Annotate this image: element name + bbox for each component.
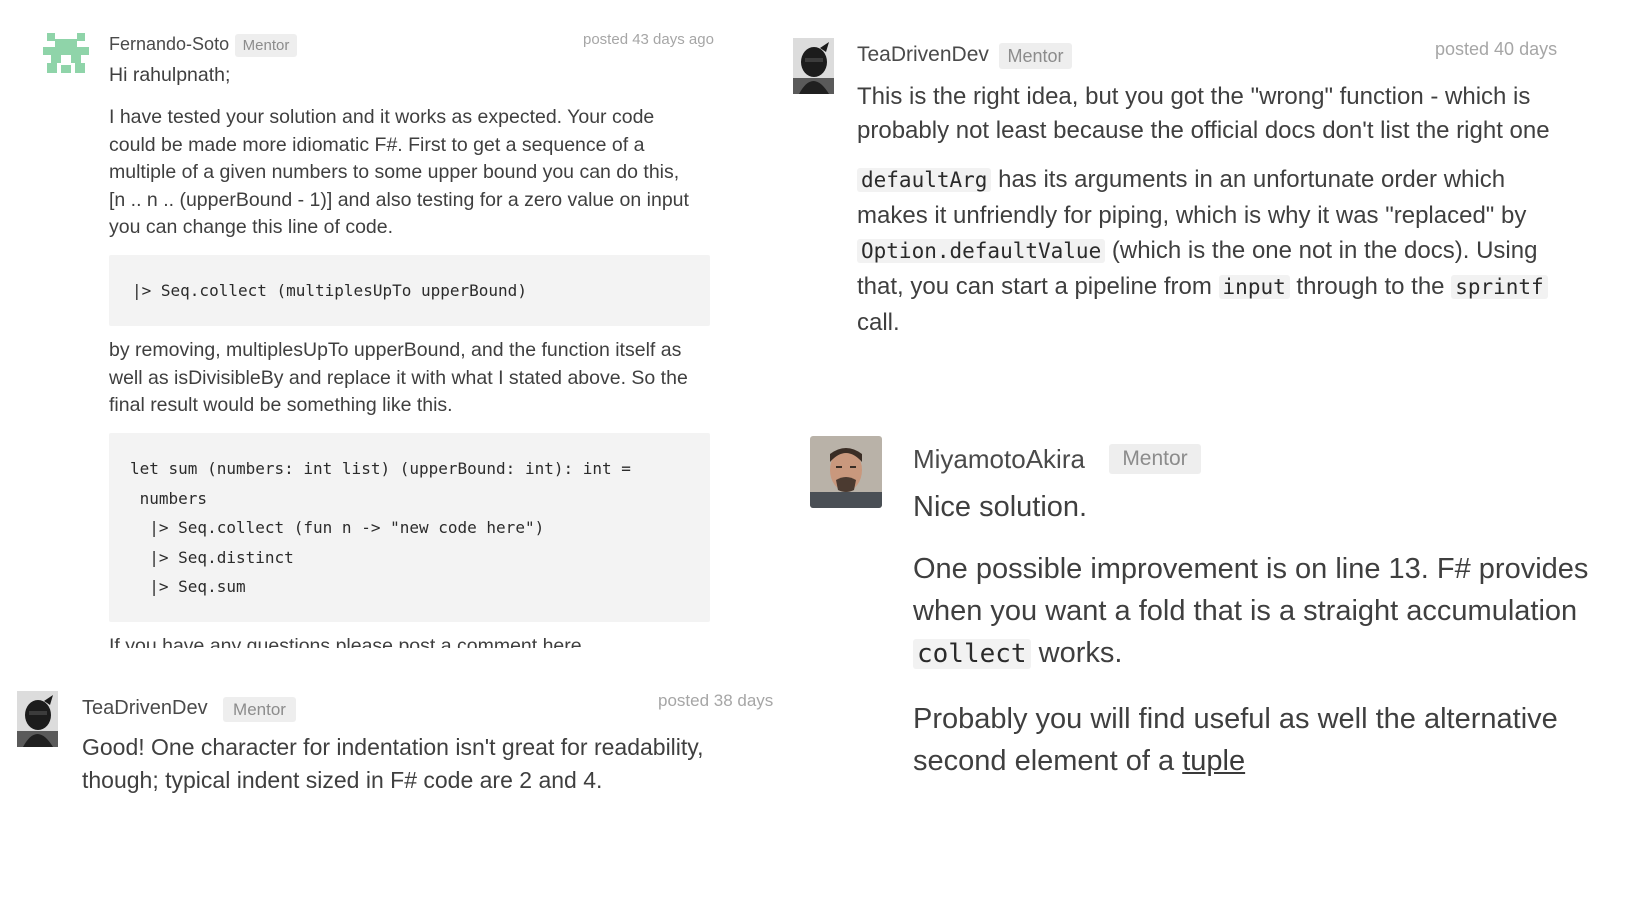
comment-paragraph: Probably you will find useful as well th… [913, 698, 1632, 782]
text-span: through to the [1289, 273, 1452, 300]
comment-author[interactable]: Fernando-Soto [109, 34, 229, 55]
comment-paragraph: by removing, multiplesUpTo upperBound, a… [109, 337, 721, 420]
inline-code: sprintf [1451, 275, 1548, 299]
text-line: multiple of a given numbers to some uppe… [109, 161, 680, 183]
text-line: when you want a fold that is a straight … [913, 595, 1578, 627]
user-avatar[interactable] [17, 691, 58, 747]
mentor-badge: Mentor [235, 34, 297, 57]
user-avatar[interactable] [793, 38, 834, 94]
text-line: probably not least because the official … [857, 117, 1550, 144]
face-avatar-icon [810, 436, 882, 508]
tuple-link[interactable]: tuple [1182, 745, 1245, 777]
text-line: well as isDivisibleBy and replace it wit… [109, 366, 688, 389]
text-line: final result would be something like thi… [109, 394, 453, 416]
text-line: second element of a tuple [913, 740, 1632, 782]
text-line: Probably you will find useful as well th… [913, 703, 1558, 735]
code-line: numbers [130, 489, 208, 508]
code-block: let sum (numbers: int list) (upperBound:… [109, 433, 710, 622]
user-avatar[interactable] [810, 436, 882, 508]
text-line: [n .. n .. (upperBound - 1)] and also te… [109, 188, 689, 211]
text-line: call. [857, 309, 900, 336]
text-line: could be made more idiomatic F#. First t… [109, 133, 645, 156]
code-line: let sum (numbers: int list) (upperBound:… [130, 459, 631, 478]
comment-paragraph: defaultArg has its arguments in an unfor… [857, 162, 1632, 340]
text-span: second element of a [913, 745, 1183, 777]
inline-code: Option.defaultValue [857, 239, 1106, 263]
text-line: defaultArg has its arguments in an unfor… [857, 162, 1632, 198]
posted-time: posted 38 days [658, 691, 774, 710]
ninja-avatar-icon [17, 691, 58, 747]
mentor-badge: Mentor [223, 697, 296, 722]
comment-paragraph: One possible improvement is on line 13. … [913, 548, 1632, 675]
text-line: collect works. [913, 632, 1632, 675]
comment-miyamotoakira: MiyamotoAkira Mentor Nice solution. One … [780, 430, 1632, 850]
text-line: makes it unfriendly for piping, which is… [857, 202, 1527, 229]
posted-time: posted 43 days ago [583, 31, 714, 48]
comment-fernando-soto: Fernando-Soto Mentor posted 43 days ago … [0, 0, 780, 648]
text-line: though; typical indent sized in F# code … [82, 767, 603, 793]
inline-code: collect [913, 639, 1031, 669]
text-line: I have tested your solution and it works… [109, 106, 655, 128]
mentor-badge: Mentor [1109, 444, 1201, 474]
comment-author[interactable]: TeaDrivenDev [857, 43, 989, 67]
comment-paragraph: Good! One character for indentation isn'… [82, 731, 776, 797]
text-span: has its arguments in an unfortunate orde… [991, 166, 1506, 193]
text-span: (which is the one not in the docs). Usin… [1105, 237, 1538, 264]
comment-author[interactable]: MiyamotoAkira [913, 444, 1085, 475]
text-span: works. [1030, 637, 1123, 669]
text-line: Good! One character for indentation isn'… [82, 734, 704, 760]
text-span: that, you can start a pipeline from [857, 273, 1219, 300]
text-line: you can change this line of code. [109, 216, 394, 238]
text-line: that, you can start a pipeline from inpu… [857, 269, 1632, 305]
identicon-icon [43, 33, 89, 75]
inline-code: defaultArg [857, 168, 992, 192]
text-line: One possible improvement is on line 13. … [913, 553, 1589, 585]
inline-code: input [1218, 275, 1290, 299]
posted-time: posted 40 days [1435, 39, 1558, 59]
comment-paragraph: Nice solution. [913, 491, 1088, 523]
comment-teadrivendev-top: TeaDrivenDev Mentor posted 40 days This … [780, 0, 1632, 430]
code-block: |> Seq.collect (multiplesUpTo upperBound… [109, 255, 710, 326]
comment-teadrivendev-bottom: TeaDrivenDev Mentor posted 38 days Good!… [0, 660, 776, 860]
code-line: |> Seq.collect (fun n -> "new code here"… [130, 518, 545, 537]
comment-author[interactable]: TeaDrivenDev [82, 697, 208, 720]
text-line: by removing, multiplesUpTo upperBound, a… [109, 339, 682, 361]
text-line: This is the right idea, but you got the … [857, 83, 1531, 110]
comment-paragraph: This is the right idea, but you got the … [857, 80, 1632, 148]
code-line: |> Seq.collect (multiplesUpTo upperBound… [132, 281, 527, 300]
greeting-text: Hi rahulpnath; [109, 64, 231, 86]
identicon-avatar[interactable] [43, 33, 89, 75]
ninja-avatar-icon [793, 38, 834, 94]
code-line: |> Seq.distinct [130, 548, 294, 567]
comment-paragraph: I have tested your solution and it works… [109, 104, 721, 242]
mentor-badge: Mentor [999, 43, 1072, 69]
truncated-text: If you have any questions please post a … [109, 635, 588, 648]
text-line: Option.defaultValue (which is the one no… [857, 233, 1632, 269]
code-line: |> Seq.sum [130, 577, 246, 596]
